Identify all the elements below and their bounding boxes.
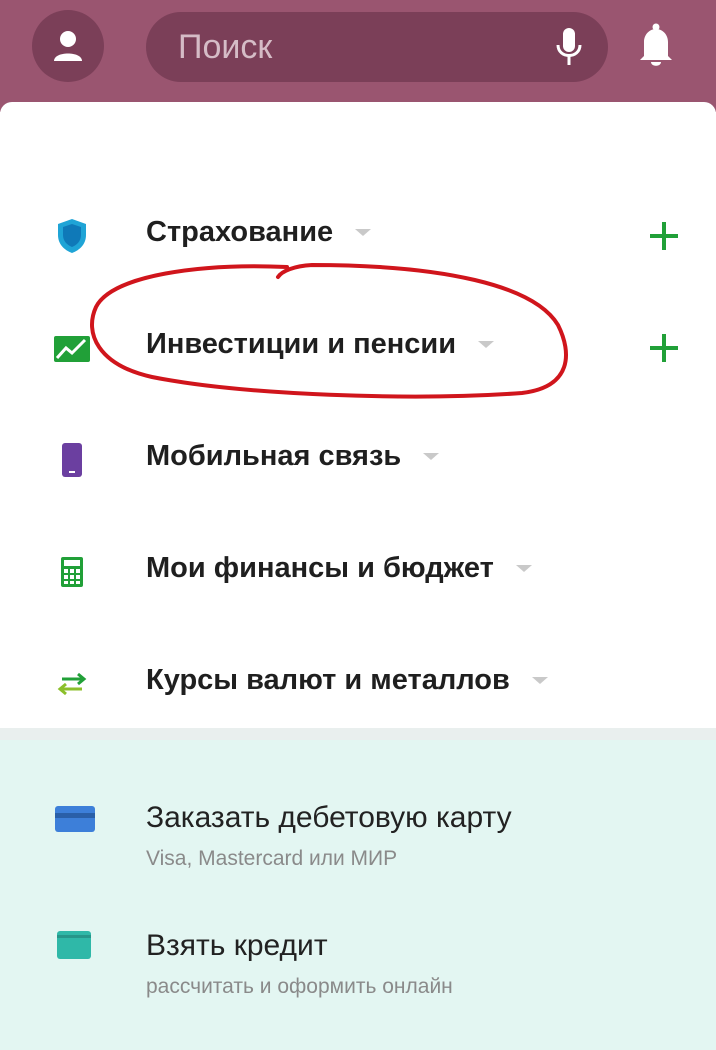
add-investment-button[interactable]	[646, 330, 682, 366]
menu-item-insurance[interactable]: Страхование	[0, 182, 716, 282]
add-insurance-button[interactable]	[646, 218, 682, 254]
chevron-down-icon	[515, 564, 532, 572]
menu-item-label: Инвестиции и пенсии	[146, 328, 457, 360]
offer-title: Заказать дебетовую карту	[146, 801, 512, 834]
search-bar[interactable]: Поиск	[146, 12, 608, 82]
offer-title: Взять кредит	[146, 929, 328, 962]
chevron-down-icon	[478, 340, 495, 348]
chevron-down-icon	[531, 676, 548, 684]
card-icon	[55, 806, 95, 832]
wallet-icon	[57, 931, 91, 959]
menu-item-investments[interactable]: Инвестиции и пенсии	[0, 294, 716, 394]
offer-debit-card[interactable]: Заказать дебетовую карту Visa, Mastercar…	[0, 740, 716, 870]
app-header: Поиск	[0, 0, 716, 112]
menu-item-finances[interactable]: Мои финансы и бюджет	[0, 518, 716, 618]
menu-item-label: Курсы валют и металлов	[146, 664, 510, 696]
exchange-icon	[57, 672, 87, 696]
menu-item-exchange-rates[interactable]: Курсы валют и металлов	[0, 630, 716, 730]
offers-section: Заказать дебетовую карту Visa, Mastercar…	[0, 740, 716, 1050]
profile-button[interactable]	[32, 10, 104, 82]
menu-item-mobile[interactable]: Мобильная связь	[0, 406, 716, 506]
menu-item-label: Страхование	[146, 216, 334, 248]
menu-item-label: Мобильная связь	[146, 440, 402, 472]
microphone-icon[interactable]	[554, 26, 584, 68]
shield-icon	[58, 219, 86, 253]
chevron-down-icon	[423, 452, 440, 460]
offer-subtitle: рассчитать и оформить онлайн	[146, 975, 453, 998]
chart-icon	[54, 336, 90, 362]
phone-icon	[62, 443, 82, 477]
menu-item-label: Мои финансы и бюджет	[146, 552, 494, 584]
section-divider	[0, 728, 716, 740]
offer-credit[interactable]: Взять кредит рассчитать и оформить онлай…	[0, 868, 716, 998]
user-icon	[54, 31, 82, 61]
chevron-down-icon	[355, 228, 372, 236]
calculator-icon	[61, 557, 83, 587]
bell-icon[interactable]	[636, 22, 676, 68]
search-placeholder: Поиск	[178, 28, 273, 66]
